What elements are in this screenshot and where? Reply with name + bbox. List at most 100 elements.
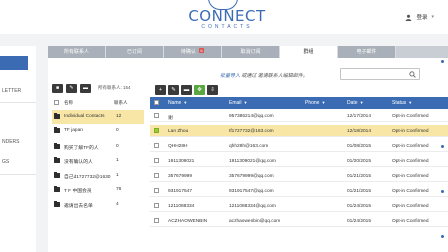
tab-label: 所有联系人 xyxy=(63,49,89,55)
group-toolbar: ■ ✎ ▬ xyxy=(52,84,91,93)
tab-label: 群组 xyxy=(303,49,314,55)
folder-icon[interactable]: ■ xyxy=(52,84,63,93)
col-phone-label: Phone xyxy=(305,100,320,106)
row-checkbox[interactable] xyxy=(154,203,159,210)
col-email[interactable]: Email ▼ xyxy=(229,100,247,106)
group-count: 0 xyxy=(116,128,119,133)
tab-subscribed[interactable]: 已订阅 xyxy=(106,46,164,58)
tab-email[interactable]: 电子邮件 xyxy=(338,46,396,58)
trash-icon[interactable]: ▬ xyxy=(181,85,192,95)
contact-date: 01/24/2015 xyxy=(347,203,372,209)
folder-icon xyxy=(54,113,60,119)
row-checkbox[interactable] xyxy=(154,218,159,225)
search-input[interactable] xyxy=(341,69,411,79)
contacts-table-header: Name ▼ Email ▼ Phone ▼ Date ▼ Status ▼ xyxy=(150,97,448,109)
contact-email: 931917547@qq.com xyxy=(229,188,274,194)
contact-email: qhh28h@163.com xyxy=(229,143,269,149)
table-row[interactable]: Lan Zhou tf1727732@163.com 12/18/2014 Opt-i… xyxy=(150,125,448,137)
contact-name: Lan Zhou xyxy=(168,128,189,134)
add-icon[interactable]: + xyxy=(155,85,166,95)
group-row[interactable]: 自己d1727732@1630 1 xyxy=(52,169,144,183)
export-icon[interactable]: ⇩ xyxy=(207,85,218,95)
tab-label: 已订阅 xyxy=(126,49,142,55)
import-hint: 批量导入 或通过 邀请联系人编辑邮件。 xyxy=(220,72,308,79)
contact-status: Opt-in Confirmed xyxy=(392,128,429,134)
edit-icon[interactable]: ✎ xyxy=(168,85,179,95)
table-row[interactable]: 谢 957386214@qq.com 12/17/2014 Opt-in Confir… xyxy=(150,110,448,122)
group-row[interactable]: 没有确认的人 1 xyxy=(52,154,144,168)
nav-item-newsletter[interactable]: LETTER xyxy=(0,84,36,98)
group-row[interactable]: T F 中国会员 76 xyxy=(52,183,144,197)
search-icon[interactable] xyxy=(409,71,416,78)
group-name-header: 名称 xyxy=(64,100,73,105)
group-name: 没有确认的人 xyxy=(64,160,93,165)
col-phone[interactable]: Phone ▼ xyxy=(305,100,325,106)
col-date[interactable]: Date ▼ xyxy=(347,100,364,106)
group-row[interactable]: 购买了解TF的人 0 xyxy=(52,140,144,154)
tab-groups[interactable]: 群组 xyxy=(280,46,338,58)
move-icon[interactable]: ✥ xyxy=(194,85,205,95)
user-name: 登录 xyxy=(416,15,428,21)
table-row[interactable]: 357679999 357679999@qq.com 01/21/2015 Opt-i… xyxy=(150,170,448,182)
scroll-indicator[interactable] xyxy=(441,235,444,238)
group-count: 1 xyxy=(116,173,119,178)
col-status[interactable]: Status ▼ xyxy=(392,100,412,106)
chevron-down-icon: ▾ xyxy=(431,14,434,20)
group-name: 购买了解TF的人 xyxy=(64,146,99,151)
trash-icon[interactable]: ▬ xyxy=(80,84,91,93)
row-checkbox[interactable] xyxy=(154,158,159,165)
scroll-indicator[interactable] xyxy=(441,100,444,103)
row-checkbox[interactable] xyxy=(154,173,159,180)
table-row[interactable]: QHH28H qhh28h@163.com 01/08/2015 Opt-in Con… xyxy=(150,140,448,152)
user-icon xyxy=(406,14,412,21)
tab-all-contacts[interactable]: 所有联系人 xyxy=(48,46,106,58)
folder-icon xyxy=(54,186,60,192)
nav-item-reminders[interactable]: NDERS xyxy=(0,135,36,149)
edit-icon[interactable]: ✎ xyxy=(66,84,77,93)
contact-status: Opt-in Confirmed xyxy=(392,203,429,209)
table-row[interactable]: 1911309021 1911309021@qq.com 01/20/2015 Opt… xyxy=(150,155,448,167)
nav-item-settings[interactable]: GS xyxy=(0,155,36,169)
contact-status: Opt-in Confirmed xyxy=(392,173,429,179)
scroll-indicator[interactable] xyxy=(441,145,444,148)
contact-status: Opt-in Confirmed xyxy=(392,143,429,149)
sort-icon: ▼ xyxy=(321,100,326,105)
table-row[interactable]: ACZHAOWENBIN aczhaowenbin@qq.com 01/24/201… xyxy=(150,215,448,227)
col-name[interactable]: Name ▼ xyxy=(168,100,187,106)
group-row[interactable]: Individual Contacts 12 xyxy=(52,110,144,124)
nav-item-0[interactable] xyxy=(0,56,36,70)
row-checkbox[interactable] xyxy=(154,128,159,135)
contact-date: 01/20/2015 xyxy=(347,158,372,164)
table-row[interactable]: 1211088334 1211088334@qq.com 01/24/2015 Opt… xyxy=(150,200,448,212)
tab-pending[interactable]: 待确认 6 xyxy=(164,46,222,58)
group-count: 1 xyxy=(116,158,119,163)
row-checkbox[interactable] xyxy=(154,143,159,150)
group-name: Individual Contacts xyxy=(64,114,105,119)
sort-icon: ▼ xyxy=(243,100,248,105)
col-status-label: Status xyxy=(392,100,407,106)
bulk-import-link[interactable]: 批量导入 xyxy=(220,73,240,79)
row-checkbox[interactable] xyxy=(154,188,159,195)
sort-icon: ▼ xyxy=(408,100,413,105)
tab-label: 取消订阅 xyxy=(240,49,261,55)
user-menu[interactable]: 登录 ▾ xyxy=(405,13,434,21)
folder-icon xyxy=(54,143,60,149)
select-all-groups-checkbox[interactable] xyxy=(54,100,59,105)
group-row[interactable]: TF japan 0 xyxy=(52,124,144,138)
tab-label: 电子邮件 xyxy=(356,49,377,55)
contact-name: 1211088334 xyxy=(168,203,195,209)
tab-unsubscribed[interactable]: 取消订阅 xyxy=(222,46,280,58)
folder-icon xyxy=(54,172,60,178)
scroll-indicator[interactable] xyxy=(441,60,444,63)
scroll-indicator[interactable] xyxy=(441,190,444,193)
table-row[interactable]: 931917547 931917547@qq.com 01/21/2015 Opt-i… xyxy=(150,185,448,197)
contact-email: 1911309021@qq.com xyxy=(229,158,276,164)
contact-date: 01/24/2015 xyxy=(347,218,372,224)
contact-toolbar: + ✎ ▬ ✥ ⇩ xyxy=(155,85,218,95)
group-row[interactable]: 邀请出去名单 4 xyxy=(52,198,144,212)
group-name: TF japan xyxy=(64,128,83,133)
select-all-checkbox[interactable] xyxy=(154,100,159,107)
row-checkbox[interactable] xyxy=(154,113,159,120)
import-hint-text: 或通过 邀请联系人编辑邮件。 xyxy=(241,73,308,79)
logo-subtitle: CONTACTS xyxy=(201,24,253,30)
